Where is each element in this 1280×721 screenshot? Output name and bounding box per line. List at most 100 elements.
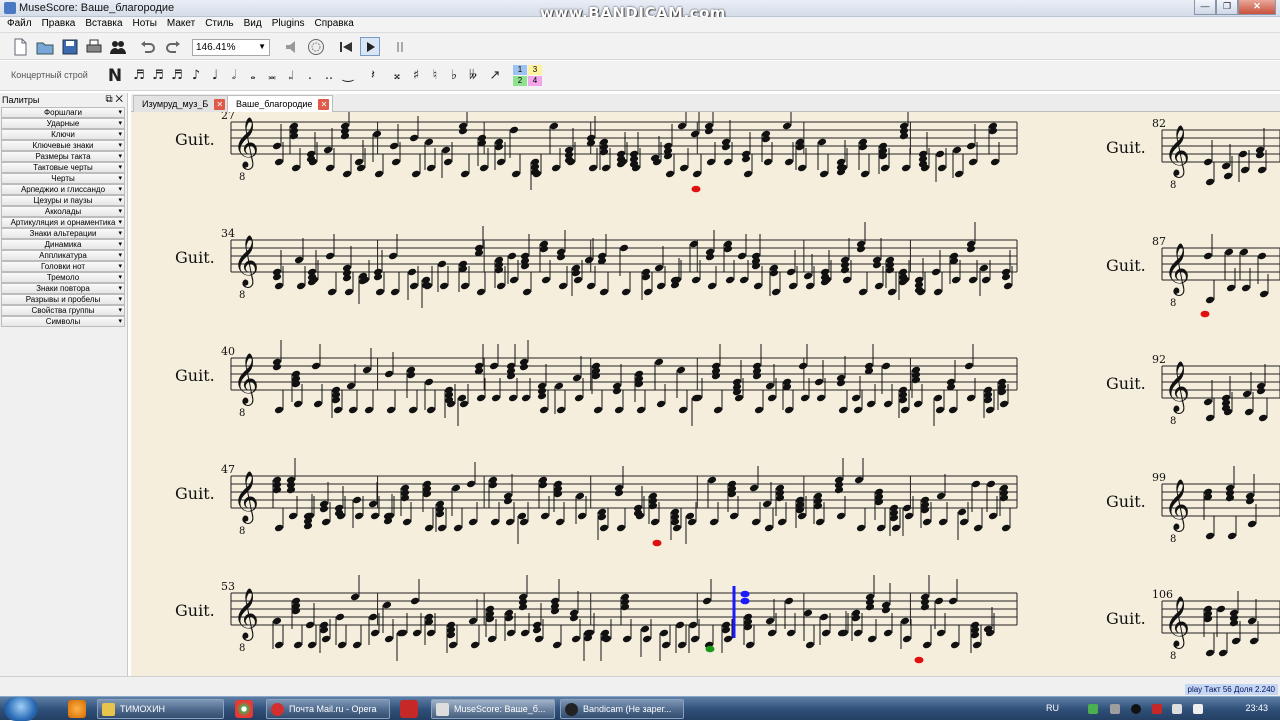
palette-item[interactable]: Цезуры и паузы (1, 195, 125, 206)
undo-icon[interactable] (138, 37, 158, 56)
palette-item[interactable]: Аппликатура (1, 250, 125, 261)
menu-view[interactable]: Вид (239, 17, 267, 32)
print-icon[interactable] (84, 37, 104, 56)
palette-item[interactable]: Черты (1, 173, 125, 184)
palette-item[interactable]: Знаки повтора (1, 283, 125, 294)
dot-icon[interactable]: . (302, 66, 318, 86)
tray-volume-icon[interactable] (1193, 704, 1203, 714)
voice-3-button[interactable]: 3 (528, 65, 542, 75)
menu-file[interactable]: Файл (2, 17, 37, 32)
whole-note-icon[interactable]: 𝅝 (245, 66, 261, 86)
score-canvas[interactable]: 𝄞 8 27 Guit. 𝄞 8 82 Guit. 𝄞 8 34 Guit. 𝄞 8 87 Guit. 𝄞 8 40… (131, 112, 1280, 676)
firefox-quicklaunch-icon[interactable] (68, 700, 86, 718)
clef-octave-mark: 8 (239, 172, 245, 183)
language-indicator[interactable]: RU (1046, 703, 1059, 713)
eighth-note-icon[interactable]: ♪ (188, 66, 204, 86)
palette-item[interactable]: Ударные (1, 118, 125, 129)
menu-layout[interactable]: Макет (162, 17, 200, 32)
green-voice-note (705, 645, 715, 653)
palette-item[interactable]: Свойства группы (1, 305, 125, 316)
new-file-icon[interactable] (10, 37, 30, 56)
play-icon[interactable] (360, 37, 380, 56)
palette-item[interactable]: Разрывы и пробелы (1, 294, 125, 305)
tray-network-icon[interactable] (1172, 704, 1182, 714)
flat-icon[interactable]: ♭ (446, 66, 462, 86)
tray-record-icon[interactable] (1131, 704, 1141, 714)
rest-icon[interactable]: 𝄽 (365, 66, 381, 86)
tie-icon[interactable]: ‿ (340, 66, 356, 86)
minimize-button[interactable]: — (1194, 0, 1216, 15)
quarter-note-icon[interactable]: ♩ (207, 66, 223, 86)
save-icon[interactable] (60, 37, 80, 56)
menu-bar: Файл Правка Вставка Ноты Макет Стиль Вид… (0, 17, 1280, 33)
start-button[interactable] (4, 697, 38, 721)
thirty-second-note-icon[interactable]: ♬ (150, 66, 166, 86)
double-whole-note-icon[interactable]: 𝅜 (264, 66, 280, 86)
palette-item[interactable]: Арпеджио и глиссандо (1, 184, 125, 195)
tab-vashe-blagorodie[interactable]: Ваше_благородие ✕ (227, 95, 334, 113)
note-input-mode-button[interactable]: N (107, 66, 123, 86)
zoom-select[interactable]: 146.41% ▼ (192, 39, 270, 56)
tray-app-icon[interactable] (1088, 704, 1098, 714)
tray-antivirus-icon[interactable] (1152, 704, 1162, 714)
menu-notes[interactable]: Ноты (128, 17, 162, 32)
palette-item[interactable]: Символы (1, 316, 125, 327)
palettes-header: Палитры ⧉ ✕ (0, 93, 127, 107)
tab-izumrud[interactable]: Изумруд_муз_Б ✕ (133, 95, 230, 112)
palette-item[interactable]: Динамика (1, 239, 125, 250)
menu-plugins[interactable]: Plugins (267, 17, 310, 32)
menu-style[interactable]: Стиль (200, 17, 238, 32)
palette-item[interactable]: Акколады (1, 206, 125, 217)
loop-icon[interactable] (390, 37, 410, 56)
voice-4-button[interactable]: 4 (528, 76, 542, 86)
double-flat-icon[interactable]: 𝄫 (465, 66, 481, 86)
maximize-button[interactable]: ❐ (1216, 0, 1238, 15)
task-opera-mail[interactable]: Почта Mail.ru - Opera (266, 699, 390, 719)
sixty-fourth-note-icon[interactable]: ♬ (131, 66, 147, 86)
tray-app-icon[interactable] (1110, 704, 1120, 714)
natural-icon[interactable]: ♮ (427, 66, 443, 86)
task-timokhin[interactable]: ТИМОХИН (97, 699, 224, 719)
palette-item[interactable]: Знаки альтерации (1, 228, 125, 239)
palette-item[interactable]: Размеры такта (1, 151, 125, 162)
close-tab-icon[interactable]: ✕ (214, 99, 226, 110)
menu-edit[interactable]: Правка (37, 17, 81, 32)
yandex-quicklaunch-icon[interactable] (400, 700, 418, 718)
task-bandicam[interactable]: Bandicam (Не зарег... (560, 699, 684, 719)
instrument-label: Guit. (175, 130, 215, 149)
instruments-icon[interactable] (108, 37, 128, 56)
flip-direction-icon[interactable]: ↗ (487, 66, 503, 86)
palette-item[interactable]: Форшлаги (1, 107, 125, 118)
palette-item[interactable]: Головки нот (1, 261, 125, 272)
redo-icon[interactable] (163, 37, 183, 56)
measure-number: 82 (1152, 117, 1166, 130)
sixteenth-note-icon[interactable]: ♬ (169, 66, 185, 86)
close-button[interactable]: ✕ (1238, 0, 1276, 15)
double-dot-icon[interactable]: .. (321, 66, 337, 86)
mute-icon[interactable] (282, 37, 302, 56)
musescore-app-icon (4, 2, 16, 14)
voice-1-button[interactable]: 1 (513, 65, 527, 75)
chrome-quicklaunch-icon[interactable] (235, 700, 253, 718)
open-folder-icon[interactable] (35, 37, 55, 56)
palette-item[interactable]: Артикуляция и орнаментика (1, 217, 125, 228)
concert-pitch-button[interactable]: Концертный строй (11, 70, 88, 80)
task-musescore[interactable]: MuseScore: Ваше_б... (431, 699, 555, 719)
metronome-icon[interactable] (306, 37, 326, 56)
menu-insert[interactable]: Вставка (80, 17, 127, 32)
palette-item[interactable]: Тремоло (1, 272, 125, 283)
rewind-icon[interactable] (336, 37, 356, 56)
palette-item[interactable]: Тактовые черты (1, 162, 125, 173)
panel-controls-icon[interactable]: ⧉ ✕ (105, 94, 123, 105)
menu-help[interactable]: Справка (310, 17, 359, 32)
voice-2-button[interactable]: 2 (513, 76, 527, 86)
score-page[interactable]: 𝄞 8 27 Guit. 𝄞 8 82 Guit. 𝄞 8 34 Guit. 𝄞 8 87 Guit. 𝄞 8 40… (131, 112, 1280, 676)
close-tab-icon[interactable]: ✕ (318, 99, 330, 110)
sharp-icon[interactable]: ♯ (408, 66, 424, 86)
note-input-toolbar: Концертный строй N ♬ ♬ ♬ ♪ ♩ 𝅗𝅥 𝅝 𝅜 𝆷 . … (0, 61, 1280, 91)
longa-icon[interactable]: 𝆷 (283, 66, 299, 86)
palette-item[interactable]: Ключевые знаки (1, 140, 125, 151)
double-sharp-icon[interactable]: 𝄪 (389, 66, 405, 86)
palette-item[interactable]: Ключи (1, 129, 125, 140)
half-note-icon[interactable]: 𝅗𝅥 (226, 66, 242, 86)
